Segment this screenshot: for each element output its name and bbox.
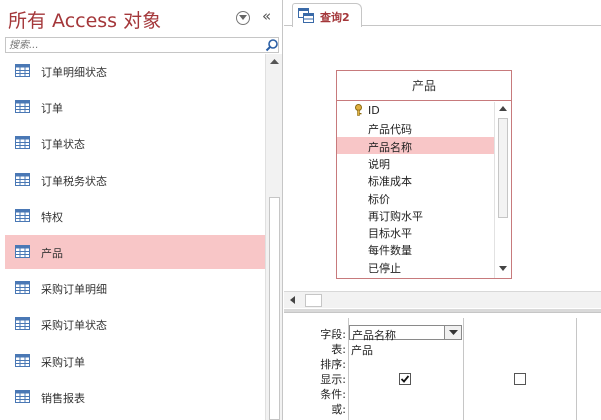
field-item[interactable]: 已停止 bbox=[337, 258, 494, 275]
nav-scrollbar[interactable] bbox=[265, 54, 282, 420]
table-icon bbox=[15, 281, 30, 295]
table-icon bbox=[15, 172, 30, 186]
nav-item[interactable]: 特权 bbox=[5, 199, 265, 233]
query-icon bbox=[298, 8, 314, 23]
grid-column-3-border bbox=[576, 318, 577, 420]
table-icon bbox=[15, 317, 30, 331]
nav-item-label: 采购订单状态 bbox=[41, 319, 107, 333]
table-cell[interactable]: 产品 bbox=[351, 342, 373, 358]
table-icon bbox=[15, 389, 30, 403]
tab-query2[interactable]: 查询2 bbox=[292, 3, 362, 27]
show-checkbox-1[interactable] bbox=[399, 373, 411, 385]
nav-header: 所有 Access 对象 « bbox=[0, 0, 283, 36]
scroll-up-icon[interactable] bbox=[270, 59, 279, 65]
primary-key-icon bbox=[354, 104, 363, 119]
row-label-field: 字段: bbox=[320, 328, 346, 341]
nav-item[interactable]: 销售报表 bbox=[5, 380, 265, 414]
row-label-table: 表: bbox=[331, 343, 346, 356]
grid-column-2-border bbox=[463, 318, 464, 420]
table-icon bbox=[15, 353, 30, 367]
pane-splitter[interactable] bbox=[284, 309, 601, 313]
nav-item[interactable]: 订单税务状态 bbox=[5, 163, 265, 197]
row-label-sort: 排序: bbox=[320, 358, 346, 371]
collapse-pane-icon[interactable]: « bbox=[262, 7, 271, 25]
field-name: 标价 bbox=[368, 192, 390, 206]
nav-item-label: 采购订单明细 bbox=[41, 283, 107, 297]
nav-title[interactable]: 所有 Access 对象 bbox=[8, 6, 161, 33]
nav-item-label: 订单 bbox=[41, 102, 63, 116]
query-design-document: 查询2 产品 ID 产品代码 产品名称 说明 标准成本 标价 再订购水平 目标水平 每件数量 已停… bbox=[284, 0, 601, 420]
nav-search-box bbox=[5, 37, 279, 53]
table-icon bbox=[15, 100, 30, 114]
horizontal-scrollbar[interactable] bbox=[284, 291, 601, 308]
row-label-show: 显示: bbox=[320, 373, 346, 386]
query-design-grid: 字段: 表: 排序: 显示: 条件: 或: 产品名称 产品 bbox=[284, 314, 601, 420]
nav-item[interactable]: 采购订单状态 bbox=[5, 307, 265, 341]
field-item[interactable]: 产品名称 bbox=[337, 136, 494, 154]
table-icon bbox=[15, 136, 30, 150]
field-select[interactable]: 产品名称 bbox=[349, 325, 462, 342]
field-item[interactable]: 每件数量 bbox=[337, 240, 494, 257]
row-label-or: 或: bbox=[331, 403, 346, 416]
scroll-thumb[interactable] bbox=[305, 294, 322, 307]
show-checkbox-2[interactable] bbox=[514, 373, 526, 385]
document-tab-strip: 查询2 bbox=[284, 0, 601, 27]
nav-item-label: 采购订单 bbox=[41, 355, 85, 369]
nav-item-label: 订单税务状态 bbox=[41, 174, 107, 188]
field-select-value: 产品名称 bbox=[352, 329, 396, 342]
search-icon[interactable] bbox=[265, 38, 279, 52]
nav-item-label: 特权 bbox=[41, 210, 63, 224]
field-list-window[interactable]: 产品 ID 产品代码产品名称说明标准成本标价再订购水平目标水平每件数量已停止 bbox=[336, 70, 512, 279]
table-icon bbox=[15, 245, 30, 258]
field-name: ID bbox=[368, 104, 380, 117]
field-item[interactable]: 再订购水平 bbox=[337, 206, 494, 223]
field-item[interactable]: 标准成本 bbox=[337, 171, 494, 188]
nav-item-label: 订单状态 bbox=[41, 138, 85, 152]
field-list-title[interactable]: 产品 bbox=[337, 71, 511, 101]
nav-menu-dropdown-icon[interactable] bbox=[236, 11, 250, 25]
field-item[interactable]: 目标水平 bbox=[337, 223, 494, 240]
field-name: 已停止 bbox=[368, 261, 401, 275]
field-item[interactable]: 标价 bbox=[337, 189, 494, 206]
scroll-thumb[interactable] bbox=[498, 118, 508, 218]
scroll-up-icon[interactable] bbox=[499, 106, 507, 111]
field-item[interactable]: ID bbox=[337, 102, 494, 119]
scroll-thumb[interactable] bbox=[269, 197, 280, 420]
field-name: 标准成本 bbox=[368, 175, 412, 189]
field-name: 产品代码 bbox=[368, 123, 412, 137]
navigation-pane: 所有 Access 对象 « 订单明细状态订单订单状态订单税务状态特权产品采购订… bbox=[0, 0, 283, 420]
nav-item-label: 订单明细状态 bbox=[41, 66, 107, 79]
field-name: 再订购水平 bbox=[368, 209, 423, 223]
nav-item-label: 产品 bbox=[41, 247, 63, 260]
nav-item-label: 销售报表 bbox=[41, 391, 85, 405]
nav-item[interactable]: 采购订单 bbox=[5, 344, 265, 378]
field-item[interactable]: 产品代码 bbox=[337, 119, 494, 136]
table-design-area: 产品 ID 产品代码产品名称说明标准成本标价再订购水平目标水平每件数量已停止 bbox=[284, 27, 601, 290]
field-name: 说明 bbox=[368, 157, 390, 171]
nav-item[interactable]: 产品 bbox=[5, 235, 265, 269]
nav-item[interactable]: 采购订单明细 bbox=[5, 271, 265, 305]
table-icon bbox=[15, 64, 30, 77]
field-name: 目标水平 bbox=[368, 227, 412, 241]
nav-item[interactable]: 订单明细状态 bbox=[5, 54, 265, 88]
nav-object-list: 订单明细状态 订单订单状态订单税务状态 特权产品采购订单明细 采购订单状态 采购订单销售… bbox=[5, 54, 265, 420]
nav-item[interactable]: 订单状态 bbox=[5, 126, 265, 160]
search-input[interactable] bbox=[6, 38, 261, 52]
field-name: 每件数量 bbox=[368, 244, 412, 258]
nav-item[interactable]: 订单 bbox=[5, 90, 265, 124]
scroll-down-icon[interactable] bbox=[499, 266, 507, 271]
chevron-down-icon[interactable] bbox=[444, 326, 461, 339]
field-name: 产品名称 bbox=[368, 140, 412, 154]
table-icon bbox=[15, 208, 30, 222]
field-list-body: ID 产品代码产品名称说明标准成本标价再订购水平目标水平每件数量已停止 bbox=[337, 102, 494, 278]
field-list-scrollbar[interactable] bbox=[494, 102, 511, 278]
tab-label: 查询2 bbox=[320, 11, 350, 24]
scroll-left-icon[interactable] bbox=[290, 296, 295, 304]
field-item[interactable]: 说明 bbox=[337, 154, 494, 171]
row-label-criteria: 条件: bbox=[320, 388, 346, 401]
